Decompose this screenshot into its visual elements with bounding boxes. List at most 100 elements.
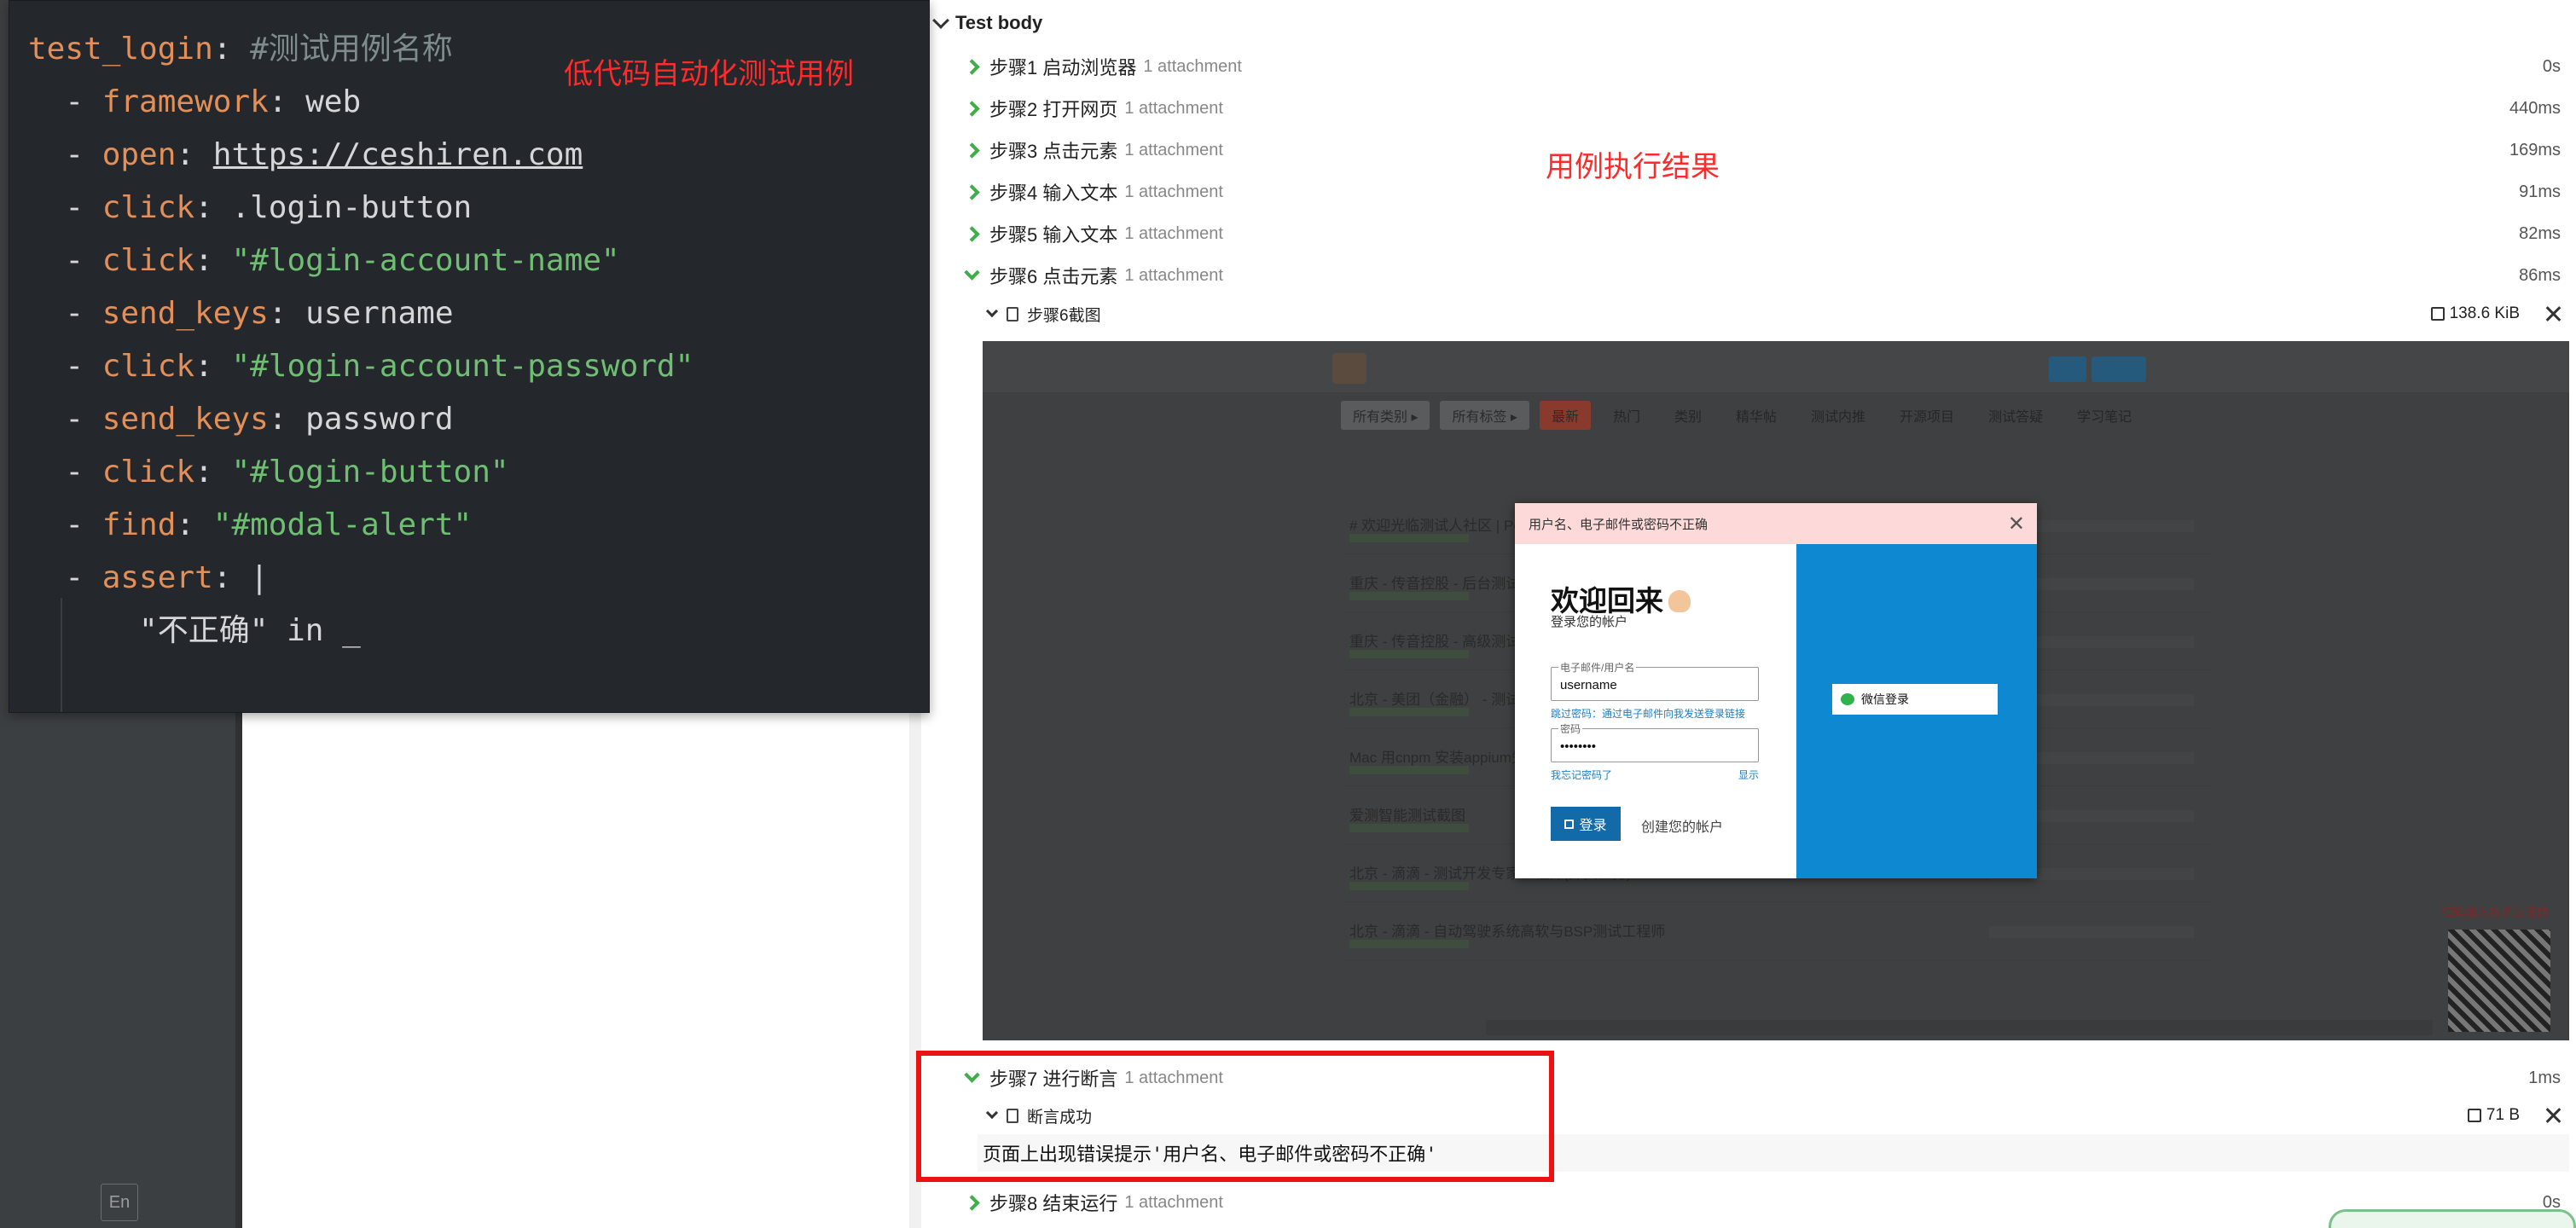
attachment-size-value: 138.6 KiB xyxy=(2449,304,2520,322)
topic-title: Mac 用cnpm 安装appium失 xyxy=(1349,750,1526,766)
code-line[interactable]: - click: "#login-account-password" xyxy=(28,340,693,393)
code-token: "#login-account-name" xyxy=(231,243,620,278)
signup-button xyxy=(2049,356,2086,382)
step-row[interactable]: 步骤4 输入文本 1 attachment 91ms xyxy=(960,175,2561,209)
screenshot-topic-row: 北京 - 滴滴 - 自动驾驶系统高软与BSP测试工程师 xyxy=(1341,909,2211,960)
step-attachment-count: 1 attachment xyxy=(1124,223,1223,243)
topic-tags xyxy=(1349,882,1469,890)
code-token: "#modal-alert" xyxy=(212,507,473,542)
code-line[interactable]: "不正确" in _ xyxy=(28,605,693,657)
expand-icon[interactable] xyxy=(2545,306,2561,321)
step-chevron xyxy=(960,225,983,242)
code-token: click xyxy=(102,455,195,489)
code-token: send_keys xyxy=(102,402,269,437)
chevron-down-icon xyxy=(963,264,980,281)
topic-title: # 欢迎光临测试人社区 | Pe xyxy=(1349,518,1522,534)
screenshot-tab: 所有标签 ▸ xyxy=(1440,401,1529,430)
code-token: "#login-button" xyxy=(231,455,509,489)
step-title: 步骤8 结束运行 xyxy=(989,1193,1118,1214)
code-line[interactable]: - find: "#modal-alert" xyxy=(28,499,693,552)
step-title: 步骤6 点击元素 xyxy=(989,266,1118,287)
code-token: - xyxy=(28,243,102,278)
topic-tags xyxy=(1349,592,1469,600)
chevron-down-icon xyxy=(932,12,949,29)
indent-guide xyxy=(61,598,62,712)
welcome-subtitle: 登录您的帐户 xyxy=(1551,615,1628,629)
login-nav-button xyxy=(2092,356,2146,382)
step-title: 步骤4 输入文本 xyxy=(989,182,1118,204)
code-token: "#login-account-password" xyxy=(231,349,694,384)
step-duration: 169ms xyxy=(2509,140,2561,159)
code-editor[interactable]: test_login: #测试用例名称 - framework: web - o… xyxy=(9,0,930,713)
code-line[interactable]: - open: https://ceshiren.com xyxy=(28,129,693,182)
root: En test_login: #测试用例名称 - framework: web … xyxy=(0,0,2576,1228)
screenshot-tab: 类别 xyxy=(1674,410,1703,425)
code-token: - xyxy=(28,507,102,542)
code-token: - xyxy=(28,137,102,172)
close-icon: ✕ xyxy=(2007,513,2025,536)
screenshot-tab: 最新 xyxy=(1539,401,1591,430)
chevron-down-icon xyxy=(985,304,999,318)
step-row[interactable]: 步骤1 启动浏览器 1 attachment 0s xyxy=(960,49,2561,84)
code-line[interactable]: - send_keys: password xyxy=(28,393,693,446)
download-icon xyxy=(2467,1109,2481,1122)
code-line[interactable]: - send_keys: username xyxy=(28,287,693,340)
topic-tags xyxy=(1349,940,1469,948)
login-button-label: 登录 xyxy=(1579,819,1607,833)
test-body-title: Test body xyxy=(955,12,1043,33)
step-chevron xyxy=(960,100,983,117)
screenshot-tab: 测试答疑 xyxy=(1988,410,2044,425)
step-chevron xyxy=(960,264,983,281)
code-token: "不正确" in _ xyxy=(28,613,361,648)
code-line[interactable]: - click: .login-button xyxy=(28,182,693,235)
code-token: : xyxy=(212,32,251,67)
step8-row[interactable]: 步骤8 结束运行 1 attachment 0s xyxy=(960,1185,2561,1219)
password-value: •••••••• xyxy=(1560,739,1597,754)
code-annotation: 低代码自动化测试用例 xyxy=(564,57,854,91)
step-duration: 1ms xyxy=(2528,1068,2561,1087)
step-chevron xyxy=(960,142,983,159)
step-row[interactable]: 步骤3 点击元素 1 attachment 169ms xyxy=(960,133,2561,167)
code-lines[interactable]: test_login: #测试用例名称 - framework: web - o… xyxy=(28,23,693,657)
step-row[interactable]: 步骤5 输入文本 1 attachment 82ms xyxy=(960,217,2561,251)
topic-title: 爱测智能测试截图 xyxy=(1349,808,1465,824)
screenshot-tabs: 所有类别 ▸ 所有标签 ▸ 最新 热门 类别 精华帖 测试内推 开源项目 测试答疑 学习笔记 xyxy=(1341,401,2144,430)
show-password-link: 显示 xyxy=(1738,769,1760,781)
code-token: : | xyxy=(212,560,269,595)
code-line[interactable]: - assert: | xyxy=(28,552,693,605)
code-token: open xyxy=(102,137,177,172)
qr-code xyxy=(2448,930,2550,1032)
download-icon xyxy=(2430,307,2445,321)
topic-tags xyxy=(1349,534,1469,542)
login-button: 登录 xyxy=(1551,807,1621,841)
step-attachment-count: 1 attachment xyxy=(1124,1192,1223,1212)
password-field: 密码 •••••••• xyxy=(1551,721,1759,762)
code-token: : web xyxy=(268,84,362,119)
step-row[interactable]: 步骤2 打开网页 1 attachment 440ms xyxy=(960,91,2561,125)
code-token: : xyxy=(176,507,213,542)
attachment-size[interactable]: 138.6 KiB xyxy=(2430,304,2561,323)
language-toggle-button[interactable]: En xyxy=(101,1184,138,1221)
topic-title: 重庆 - 传音控股 - 高级测试 xyxy=(1349,634,1521,650)
step-duration: 0s xyxy=(2542,56,2561,76)
code-token: - xyxy=(28,296,102,331)
attachment-size[interactable]: 71 B xyxy=(2467,1106,2561,1125)
highlight-box xyxy=(916,1051,1554,1182)
code-token: : xyxy=(176,137,213,172)
step6-attachment-row[interactable]: 步骤6截图 138.6 KiB xyxy=(985,298,2561,329)
code-line[interactable]: - click: "#login-account-name" xyxy=(28,235,693,287)
topic-stats xyxy=(1989,926,2194,938)
login-modal: 用户名、电子邮件或密码不正确 ✕ 欢迎回来 登录您的帐户 电子邮件/用户名 us… xyxy=(1515,503,2037,878)
email-value: username xyxy=(1560,678,1617,692)
step-chevron xyxy=(960,58,983,75)
step-attachment-count: 1 attachment xyxy=(1124,265,1223,285)
test-body-header[interactable]: Test body xyxy=(932,12,1043,34)
code-token: click xyxy=(102,243,195,278)
code-line[interactable]: - click: "#login-button" xyxy=(28,446,693,499)
screenshot-tab: 测试内推 xyxy=(1811,410,1866,425)
floating-widget[interactable] xyxy=(2329,1209,2576,1228)
step-row[interactable]: 步骤6 点击元素 1 attachment 86ms xyxy=(960,258,2561,293)
attachment-name: 步骤6截图 xyxy=(1027,306,1101,325)
code-token: : xyxy=(194,349,232,384)
expand-icon[interactable] xyxy=(2545,1108,2561,1123)
